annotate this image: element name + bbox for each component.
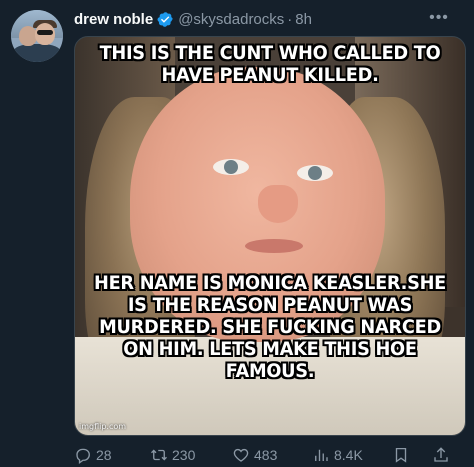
verified-badge-icon bbox=[157, 11, 174, 28]
repost-icon bbox=[151, 449, 167, 461]
reply-count: 28 bbox=[96, 447, 112, 463]
action-bar: 28 230 483 8.4K bbox=[74, 445, 454, 465]
meme-bottom-caption: HER NAME IS MONICA KEASLER.SHE IS THE RE… bbox=[93, 273, 447, 382]
views-icon bbox=[315, 449, 328, 461]
share-button[interactable] bbox=[432, 445, 454, 465]
post-time[interactable]: 8h bbox=[295, 11, 312, 28]
post-image[interactable]: THIS IS THE CUNT WHO CALLED TO HAVE PEAN… bbox=[74, 36, 466, 436]
bookmark-button[interactable] bbox=[392, 445, 414, 465]
share-icon bbox=[434, 447, 448, 462]
image-left-eye bbox=[213, 159, 249, 175]
avatar-sunglasses bbox=[37, 30, 53, 35]
avatar-body bbox=[13, 44, 61, 62]
author-handle[interactable]: @skysdadrocks bbox=[178, 11, 284, 28]
repost-button[interactable]: 230 bbox=[150, 445, 195, 465]
like-count: 483 bbox=[254, 447, 278, 463]
tweet-header: drew noble @skysdadrocks · 8h bbox=[74, 9, 312, 29]
image-mouth bbox=[245, 239, 303, 253]
meme-top-caption: THIS IS THE CUNT WHO CALLED TO HAVE PEAN… bbox=[99, 43, 441, 86]
display-name[interactable]: drew noble bbox=[74, 11, 153, 28]
view-count: 8.4K bbox=[334, 447, 363, 463]
imgflip-watermark: imgflip.com bbox=[79, 422, 127, 431]
avatar[interactable] bbox=[11, 10, 63, 62]
bookmark-icon bbox=[395, 447, 407, 463]
separator-dot: · bbox=[287, 10, 293, 28]
reply-button[interactable]: 28 bbox=[74, 445, 112, 465]
like-icon bbox=[233, 448, 249, 462]
reply-icon bbox=[76, 448, 90, 464]
repost-count: 230 bbox=[172, 447, 196, 463]
image-right-eye bbox=[297, 165, 333, 181]
image-nose bbox=[258, 185, 298, 223]
tweet-card[interactable]: drew noble @skysdadrocks · 8h ••• THIS I… bbox=[0, 0, 474, 467]
more-icon[interactable]: ••• bbox=[428, 10, 450, 26]
like-button[interactable]: 483 bbox=[232, 445, 277, 465]
views-button[interactable]: 8.4K bbox=[312, 445, 363, 465]
